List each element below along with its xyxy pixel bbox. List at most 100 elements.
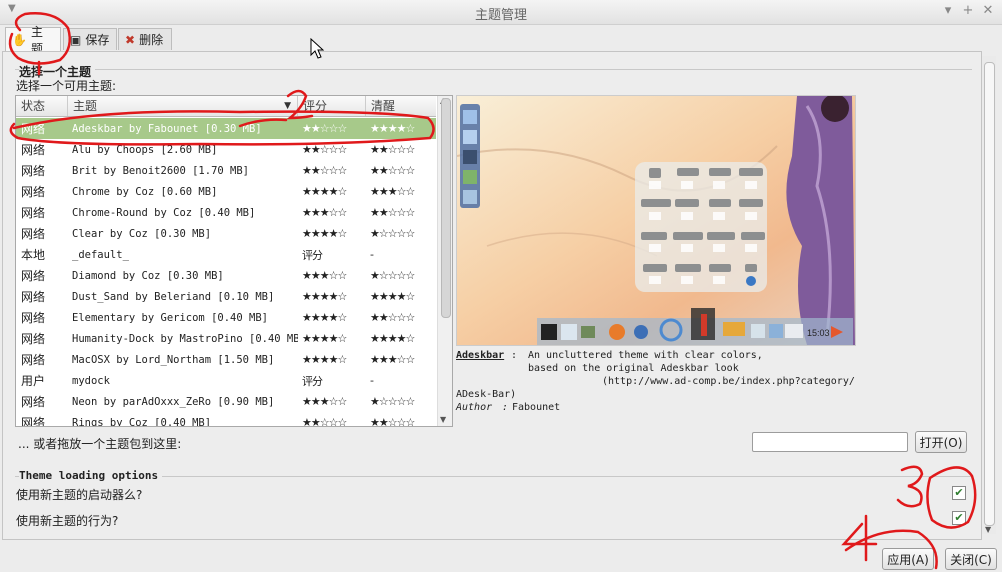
scroll-down-icon[interactable]: ▼ <box>440 415 446 424</box>
status-cell: 网络 <box>21 290 46 304</box>
column-sobriety[interactable]: 清醒 <box>366 96 436 116</box>
hand-icon: ✋ <box>12 32 27 47</box>
theme-name-cell: Adeskbar by Fabounet [0.30 MB] <box>72 122 262 135</box>
sobriety-cell: ★★☆☆☆ <box>370 143 415 156</box>
sobriety-cell: ★★★★☆ <box>370 290 415 303</box>
tab-save-label: 保存 <box>85 33 110 47</box>
status-cell: 网络 <box>21 164 46 178</box>
theme-name-cell: MacOSX by Lord_Northam [1.50 MB] <box>72 353 275 366</box>
section-divider <box>15 69 972 70</box>
tab-delete-label: 删除 <box>139 33 164 47</box>
sobriety-cell: ★★★☆☆ <box>370 353 415 366</box>
status-cell: 网络 <box>21 269 46 283</box>
theme-name-cell: Chrome by Coz [0.60 MB] <box>72 185 218 198</box>
sobriety-cell: ★★☆☆☆ <box>370 416 415 427</box>
description-line4: ADesk-Bar) <box>456 389 517 400</box>
tab-delete[interactable]: ✖ 删除 <box>118 28 172 50</box>
tab-theme[interactable]: ✋ 主题 <box>5 25 61 56</box>
table-row[interactable]: 网络 MacOSX by Lord_Northam [1.50 MB] ★★★★☆ ★… <box>16 349 436 370</box>
theme-name-cell: Elementary by Gericom [0.40 MB] <box>72 311 268 324</box>
section-subtitle: 选择一个可用主题: <box>16 79 117 93</box>
author-name: Fabounet <box>512 402 561 413</box>
rating-cell: ★★☆☆☆ <box>302 122 347 135</box>
behavior-checkbox[interactable]: ✔ <box>952 511 966 525</box>
theme-table[interactable]: 状态 主题 ▼ 评分 清醒 网络 Adeskbar by Fabounet [0.… <box>15 95 453 427</box>
table-scroll-thumb[interactable] <box>441 98 451 318</box>
maximize-icon[interactable]: + <box>960 3 976 18</box>
theme-name-cell: Brit by Benoit2600 [1.70 MB] <box>72 164 250 177</box>
title-bar: ▼ 主题管理 ▾ + ✕ <box>0 0 1002 25</box>
preview-artwork: 15:03 <box>457 96 855 345</box>
status-cell: 网络 <box>21 353 46 367</box>
table-row[interactable]: 网络 Humanity-Dock by MastroPino [0.40 MB] ★… <box>16 328 436 349</box>
table-row[interactable]: 网络 Neon by parAdOxxx_ZeRo [0.90 MB] ★★★☆☆ ★… <box>16 391 436 412</box>
column-theme[interactable]: 主题 ▼ <box>68 96 298 116</box>
sobriety-cell: ★★★★☆ <box>370 332 415 345</box>
panel-scroll-down-icon[interactable]: ▼ <box>985 525 991 534</box>
sobriety-cell: ★☆☆☆☆ <box>370 395 415 408</box>
theme-preview-image: 15:03 <box>456 95 856 346</box>
panel-scrollbar[interactable]: ▼ <box>982 56 996 534</box>
status-cell: 网络 <box>21 416 46 427</box>
table-row[interactable]: 网络 Clear by Coz [0.30 MB] ★★★★☆ ★☆☆☆☆ <box>16 223 436 244</box>
status-cell: 网络 <box>21 311 46 325</box>
behavior-option-label: 使用新主题的行为? <box>16 514 119 528</box>
rating-cell: ★★★★☆ <box>302 311 347 324</box>
status-cell: 网络 <box>21 227 46 241</box>
table-row[interactable]: 网络 Elementary by Gericom [0.40 MB] ★★★★☆ ★★… <box>16 307 436 328</box>
theme-description: Adeskbar : An uncluttered theme with cle… <box>456 349 876 414</box>
rating-cell: ★★★☆☆ <box>302 269 347 282</box>
table-row[interactable]: 网络 Rings by Coz [0.40 MB] ★★☆☆☆ ★★☆☆☆ <box>16 412 436 427</box>
description-line2: based on the original Adeskbar look <box>528 363 739 374</box>
delete-icon: ✖ <box>125 32 136 47</box>
rating-cell: ★★★★☆ <box>302 332 347 345</box>
apply-button[interactable]: 应用(A) <box>882 548 934 570</box>
table-row[interactable]: 网络 Chrome-Round by Coz [0.40 MB] ★★★☆☆ ★★☆☆… <box>16 202 436 223</box>
save-icon: ▣ <box>70 32 82 47</box>
drop-label: ... 或者拖放一个主题包到这里: <box>18 437 182 451</box>
table-row[interactable]: 用户 mydock 评分 - <box>16 370 436 391</box>
sobriety-cell: ★★★★☆ <box>370 122 415 135</box>
theme-name-cell: Clear by Coz [0.30 MB] <box>72 227 212 240</box>
rating-cell: ★★★☆☆ <box>302 206 347 219</box>
launchers-option-label: 使用新主题的启动器么? <box>16 488 143 502</box>
table-row[interactable]: 网络 Alu by Choops [2.60 MB] ★★☆☆☆ ★★☆☆☆ <box>16 139 436 160</box>
tab-save[interactable]: ▣ 保存 <box>63 28 117 50</box>
theme-name-cell: _default_ <box>72 248 129 261</box>
column-status[interactable]: 状态 <box>16 96 68 116</box>
rating-cell: ★★☆☆☆ <box>302 143 347 156</box>
table-scrollbar[interactable]: ▲ ▼ <box>437 96 452 426</box>
minimize-icon[interactable]: ▾ <box>940 3 956 18</box>
theme-name-cell: Dust_Sand by Beleriand [0.10 MB] <box>72 290 275 303</box>
description-separator: : <box>511 350 518 361</box>
theme-name-cell: Humanity-Dock by MastroPino [0.40 MB] <box>72 332 298 345</box>
sobriety-cell: - <box>370 248 374 261</box>
sobriety-cell: ★★☆☆☆ <box>370 164 415 177</box>
theme-path-input[interactable] <box>752 432 908 452</box>
column-rating[interactable]: 评分 <box>298 96 366 116</box>
close-window-icon[interactable]: ✕ <box>980 3 996 18</box>
open-button[interactable]: 打开(O) <box>915 431 967 453</box>
theme-name-cell: Alu by Choops [2.60 MB] <box>72 143 218 156</box>
sobriety-cell: ★☆☆☆☆ <box>370 227 415 240</box>
table-row[interactable]: 网络 Dust_Sand by Beleriand [0.10 MB] ★★★★☆ ★… <box>16 286 436 307</box>
status-cell: 网络 <box>21 185 46 199</box>
author-label: Author <box>456 402 493 413</box>
table-row[interactable]: 本地 _default_ 评分 - <box>16 244 436 265</box>
column-theme-label: 主题 <box>73 99 98 113</box>
rating-cell: 评分 <box>302 374 323 388</box>
table-row[interactable]: 网络 Brit by Benoit2600 [1.70 MB] ★★☆☆☆ ★★☆☆☆ <box>16 160 436 181</box>
table-row[interactable]: 网络 Chrome by Coz [0.60 MB] ★★★★☆ ★★★☆☆ <box>16 181 436 202</box>
panel-scroll-thumb[interactable] <box>984 62 995 526</box>
sobriety-cell: ★★☆☆☆ <box>370 311 415 324</box>
table-row[interactable]: 网络 Diamond by Coz [0.30 MB] ★★★☆☆ ★☆☆☆☆ <box>16 265 436 286</box>
close-button[interactable]: 关闭(C) <box>945 548 997 570</box>
rating-cell: ★★★★☆ <box>302 353 347 366</box>
table-row-selected[interactable]: 网络 Adeskbar by Fabounet [0.30 MB] ★★☆☆☆ ★★★… <box>16 118 436 139</box>
sort-desc-icon: ▼ <box>284 101 291 111</box>
window-title: 主题管理 <box>474 8 527 23</box>
options-title: Theme loading options <box>19 469 163 482</box>
sobriety-cell: ★☆☆☆☆ <box>370 269 415 282</box>
rating-cell: ★★★★☆ <box>302 290 347 303</box>
launchers-checkbox[interactable]: ✔ <box>952 486 966 500</box>
